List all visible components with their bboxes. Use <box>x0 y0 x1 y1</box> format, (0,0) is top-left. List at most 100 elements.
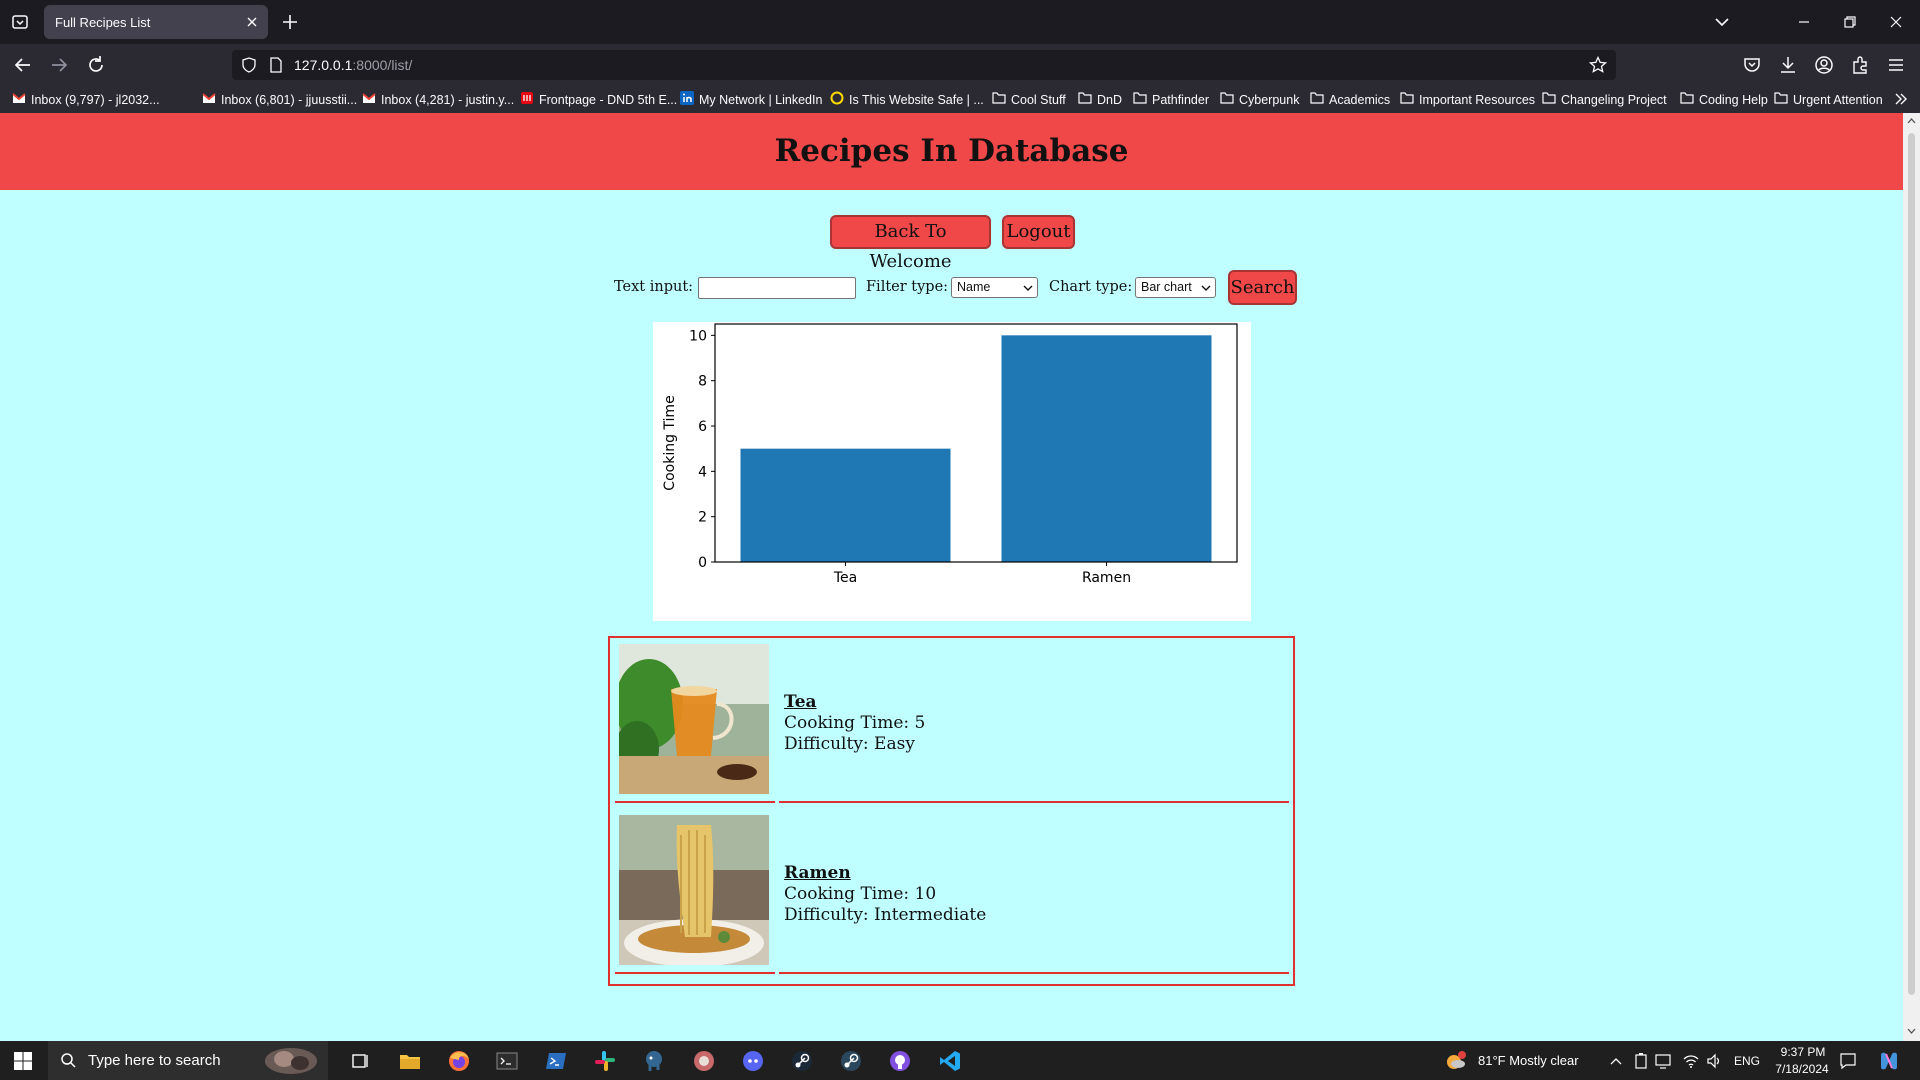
shield-icon[interactable] <box>241 57 257 73</box>
scrollbar-thumb[interactable] <box>1908 133 1915 995</box>
bookmark-item[interactable]: Important Resources <box>1400 91 1535 108</box>
divider <box>779 801 1289 803</box>
battery-icon[interactable] <box>1634 1053 1648 1074</box>
bookmark-item[interactable]: Inbox (6,801) - jjuusstii... <box>202 91 357 108</box>
search-highlight-icon <box>265 1048 317 1074</box>
bookmark-item[interactable]: Coding Help <box>1680 91 1768 108</box>
bookmark-label: Academics <box>1329 92 1391 107</box>
recipe-list: Tea Cooking Time: 5 Difficulty: Easy Ram… <box>608 636 1295 986</box>
minimize-icon[interactable] <box>1794 12 1814 32</box>
volume-icon[interactable] <box>1706 1053 1722 1074</box>
bookmark-item[interactable]: Cyberpunk <box>1220 91 1299 108</box>
bookmark-item[interactable]: Cool Stuff <box>992 91 1066 108</box>
bookmark-item[interactable]: Pathfinder <box>1133 91 1209 108</box>
postgres-icon[interactable] <box>641 1048 667 1074</box>
pocket-icon[interactable] <box>1741 54 1763 76</box>
bookmarks-overflow-icon[interactable] <box>1893 90 1909 113</box>
chart-type-select[interactable]: Bar chart <box>1135 277 1216 298</box>
notifications-icon[interactable] <box>1839 1052 1857 1075</box>
page-scrollbar[interactable] <box>1903 113 1920 1041</box>
ramen-image[interactable] <box>619 815 769 965</box>
powershell-icon[interactable] <box>543 1048 569 1074</box>
tea-image[interactable] <box>619 644 769 794</box>
steam-icon[interactable] <box>789 1048 815 1074</box>
weather-text[interactable]: 81°F Mostly clear <box>1478 1053 1579 1068</box>
file-explorer-icon[interactable] <box>397 1048 423 1074</box>
bookmark-item[interactable]: Academics <box>1310 91 1390 108</box>
back-to-welcome-button[interactable]: Back To Welcome <box>830 215 991 272</box>
active-tab[interactable]: Full Recipes List <box>44 5 268 39</box>
url-text[interactable]: 127.0.0.1:8000/list/ <box>294 57 412 73</box>
text-input-label: Text input: <box>614 279 694 295</box>
bookmark-label: Important Resources <box>1419 92 1536 107</box>
bookmark-label: Frontpage - DND 5th E... <box>539 92 678 107</box>
terminal-icon[interactable] <box>494 1048 520 1074</box>
wifi-icon[interactable] <box>1683 1053 1699 1074</box>
display-icon[interactable] <box>1655 1053 1671 1074</box>
folder-icon <box>1542 92 1556 107</box>
recipe-name-link[interactable]: Tea <box>784 692 817 712</box>
new-tab-icon[interactable] <box>280 12 300 32</box>
bookmark-item[interactable]: Urgent Attention <box>1774 91 1883 108</box>
firefox-icon[interactable] <box>446 1048 472 1074</box>
task-view-icon[interactable] <box>347 1048 373 1074</box>
recipe-cooking-time: Cooking Time: 5 <box>784 713 926 733</box>
reload-icon[interactable] <box>85 54 107 76</box>
search-button[interactable]: Search <box>1228 270 1297 305</box>
tab-list-icon[interactable] <box>8 10 32 34</box>
show-hidden-icons-chevron-icon[interactable] <box>1609 1054 1623 1072</box>
windows-start-icon[interactable] <box>10 1048 36 1074</box>
menu-icon[interactable] <box>1885 54 1907 76</box>
folder-icon <box>1680 92 1694 107</box>
tab-overflow-chevron-icon[interactable] <box>1712 12 1732 32</box>
bookmark-item[interactable]: DnD <box>1078 91 1122 108</box>
forward-arrow-icon[interactable] <box>48 54 70 76</box>
extensions-icon[interactable] <box>1849 54 1871 76</box>
close-tab-icon[interactable] <box>244 14 260 30</box>
filter-type-label: Filter type: <box>866 279 949 295</box>
vscode-icon[interactable] <box>937 1048 963 1074</box>
copilot-icon[interactable] <box>1877 1049 1901 1078</box>
logout-button[interactable]: Logout <box>1002 215 1075 249</box>
close-window-icon[interactable] <box>1886 12 1906 32</box>
bookmark-item[interactable]: Is This Website Safe | ... <box>830 91 984 108</box>
clock-time[interactable]: 9:37 PM <box>1774 1045 1832 1059</box>
address-bar[interactable]: 127.0.0.1:8000/list/ <box>232 50 1616 80</box>
bookmark-label: Pathfinder <box>1152 92 1209 107</box>
discord-icon[interactable] <box>740 1048 766 1074</box>
recipe-difficulty: Difficulty: Easy <box>784 734 915 754</box>
bookmark-item[interactable]: Changeling Project <box>1542 91 1667 108</box>
scroll-down-icon[interactable] <box>1907 1027 1916 1035</box>
scroll-up-icon[interactable] <box>1907 117 1916 125</box>
chart-type-label: Chart type: <box>1049 279 1133 295</box>
steam-icon[interactable] <box>838 1048 864 1074</box>
weather-icon[interactable] <box>1442 1048 1468 1074</box>
bookmark-label: DnD <box>1097 92 1123 107</box>
chart-type-value: Bar chart <box>1141 280 1192 294</box>
filter-type-select[interactable]: Name <box>951 277 1038 298</box>
recipe-name-link[interactable]: Ramen <box>784 863 851 883</box>
github-icon[interactable] <box>887 1048 913 1074</box>
x-tick-label: Tea <box>833 570 857 586</box>
language-indicator[interactable]: ENG <box>1734 1054 1760 1068</box>
clock-date[interactable]: 7/18/2024 <box>1770 1062 1834 1076</box>
bookmark-item[interactable]: Frontpage - DND 5th E... <box>520 91 677 108</box>
account-icon[interactable] <box>1813 54 1835 76</box>
bookmark-item[interactable]: Inbox (9,797) - jl2032... <box>12 91 160 108</box>
folder-icon <box>1078 92 1092 107</box>
restore-icon[interactable] <box>1840 12 1860 32</box>
bookmark-label: Inbox (9,797) - jl2032... <box>31 92 160 107</box>
bookmark-item[interactable]: Inbox (4,281) - justin.y... <box>362 91 514 108</box>
downloads-icon[interactable] <box>1777 54 1799 76</box>
folder-icon <box>992 92 1006 107</box>
bookmark-star-icon[interactable] <box>1589 56 1607 74</box>
chevron-down-icon <box>1023 285 1033 291</box>
gmail-icon <box>362 92 376 107</box>
text-input-field[interactable] <box>698 277 856 299</box>
bookmark-item[interactable]: My Network | LinkedIn <box>680 91 822 108</box>
slack-icon[interactable] <box>592 1048 618 1074</box>
back-arrow-icon[interactable] <box>12 54 34 76</box>
game-launcher-icon[interactable] <box>691 1048 717 1074</box>
taskbar-search-box[interactable]: Type here to search <box>48 1041 328 1080</box>
bookmark-label: Cool Stuff <box>1011 92 1066 107</box>
